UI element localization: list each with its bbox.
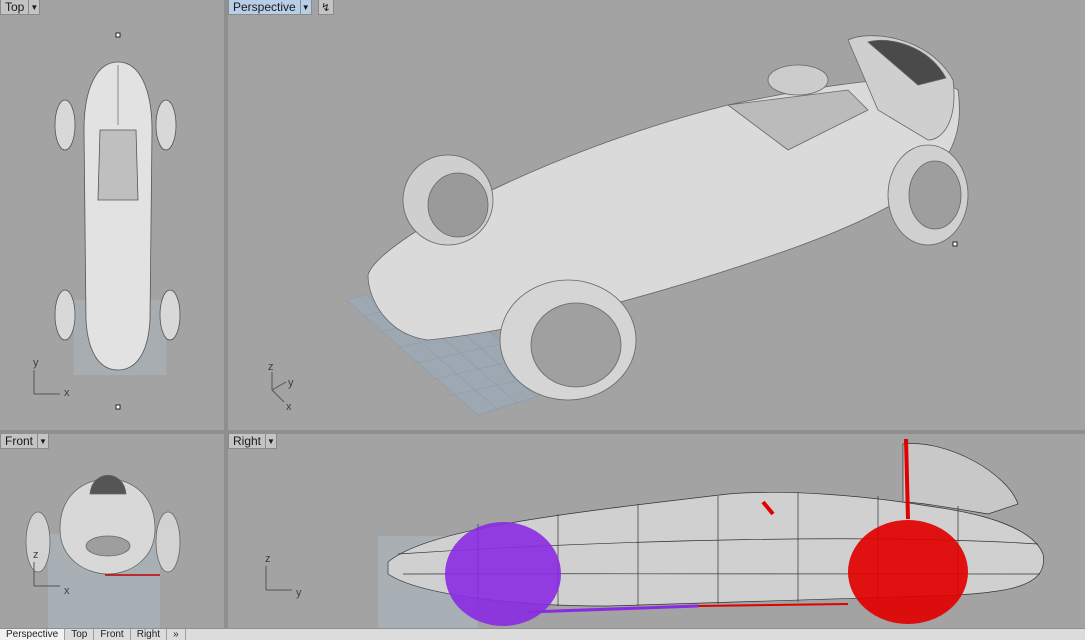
axis-label-z: z [268, 361, 274, 373]
axis-label-x: x [64, 585, 70, 597]
viewport-title-perspective[interactable]: Perspective [228, 0, 301, 15]
axis-icon-top [33, 370, 60, 395]
axis-icon-right [265, 566, 292, 591]
front-view-canvas: z x [25, 474, 181, 628]
top-view-canvas: y x [33, 32, 181, 410]
chevron-down-icon[interactable]: ▼ [266, 434, 278, 449]
viewport-tool-icon[interactable]: ↯ [317, 0, 334, 15]
viewport-front[interactable]: Front ▼ z x [0, 434, 224, 628]
front-wheel-mesh-red [848, 520, 968, 624]
viewport-title-top[interactable]: Top [0, 0, 30, 15]
axis-label-x: x [64, 387, 70, 399]
viewport-perspective[interactable]: Perspective ▼ ↯ z y x [228, 0, 1085, 430]
viewport-tab-bar: Perspective Top Front Right » [0, 628, 1085, 640]
car-top-view [54, 61, 181, 371]
axis-label-z: z [33, 549, 39, 561]
viewport-title-front[interactable]: Front [0, 434, 39, 449]
viewport-label-right[interactable]: Right ▼ [228, 434, 278, 449]
viewport-title-right[interactable]: Right [228, 434, 267, 449]
tab-front[interactable]: Front [94, 629, 131, 640]
viewport-top[interactable]: Top ▼ y x [0, 0, 224, 430]
axis-label-y: y [288, 377, 294, 389]
chevron-down-icon[interactable]: ▼ [300, 0, 312, 15]
right-view-canvas: z y [265, 438, 1044, 628]
axis-icon-perspective [271, 372, 287, 403]
tab-overflow[interactable]: » [167, 629, 186, 640]
chevron-down-icon[interactable]: ▼ [29, 0, 41, 15]
viewport-right[interactable]: Right ▼ z y [228, 434, 1085, 628]
viewport-label-perspective[interactable]: Perspective ▼ ↯ [228, 0, 334, 15]
axis-label-y: y [296, 587, 302, 599]
tab-perspective[interactable]: Perspective [0, 629, 66, 640]
chevron-down-icon[interactable]: ▼ [38, 434, 50, 449]
perspective-view-canvas: z y x [268, 35, 969, 416]
axis-label-y: y [33, 357, 39, 369]
viewport-label-top[interactable]: Top ▼ [0, 0, 41, 15]
axis-label-z: z [265, 553, 271, 565]
tab-right[interactable]: Right [131, 629, 168, 640]
axis-label-x: x [286, 401, 292, 413]
viewport-label-front[interactable]: Front ▼ [0, 434, 50, 449]
tab-top[interactable]: Top [65, 629, 95, 640]
